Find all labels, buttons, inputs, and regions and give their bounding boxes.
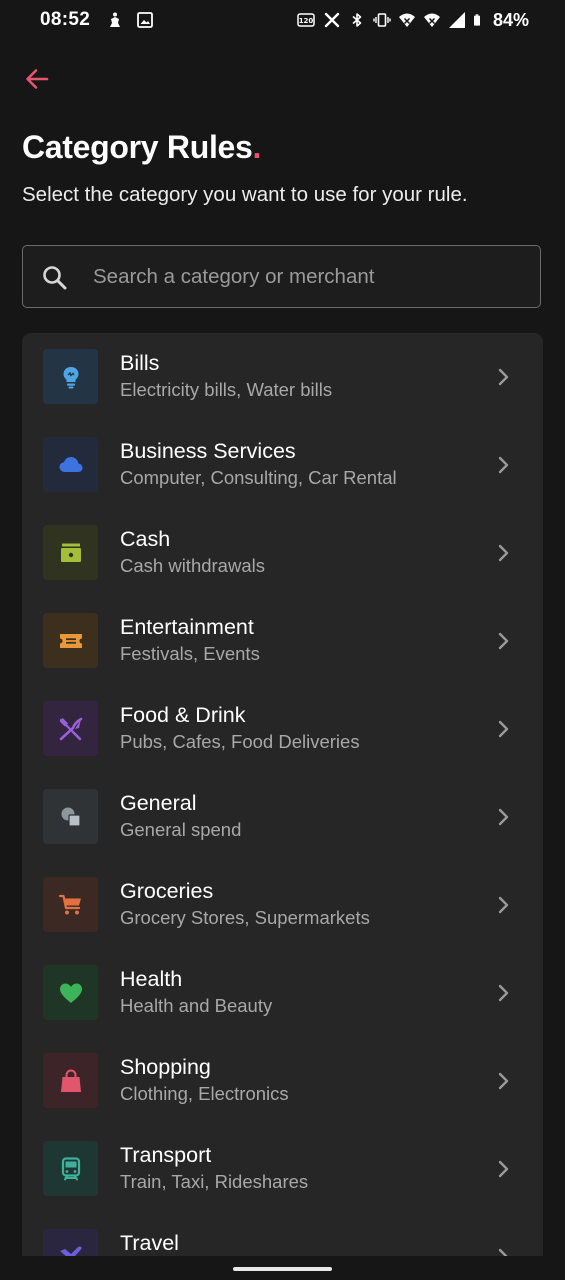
- search-input[interactable]: [93, 260, 513, 294]
- category-icon-tile: [43, 613, 98, 668]
- cart-icon: [58, 894, 81, 914]
- vibrate-icon: [373, 13, 391, 27]
- category-description: Health and Beauty: [120, 995, 273, 1016]
- chevron-right-icon: [498, 368, 509, 386]
- category-item-transport[interactable]: Transport Train, Taxi, Rideshares: [22, 1125, 543, 1213]
- category-description: Electricity bills, Water bills: [120, 379, 333, 400]
- status-bar: 08:52 120 84%: [0, 0, 565, 42]
- category-icon-tile: [43, 701, 98, 756]
- category-icon-tile: [43, 1053, 98, 1108]
- search-box[interactable]: [22, 245, 541, 308]
- category-name: Food & Drink: [120, 703, 246, 727]
- status-time: 08:52: [40, 9, 91, 30]
- category-description: Grocery Stores, Supermarkets: [120, 907, 370, 928]
- category-item-business-services[interactable]: Business Services Computer, Consulting, …: [22, 421, 543, 509]
- heart-icon: [59, 983, 82, 1003]
- category-item-groceries[interactable]: Groceries Grocery Stores, Supermarkets: [22, 861, 543, 949]
- category-icon-tile: [43, 349, 98, 404]
- category-item-food-and-drink[interactable]: Food & Drink Pubs, Cafes, Food Deliverie…: [22, 685, 543, 773]
- chevron-right-icon: [498, 632, 509, 650]
- train-icon: [61, 1156, 80, 1180]
- category-icon-tile: [43, 789, 98, 844]
- svg-text:120: 120: [299, 17, 314, 25]
- cutlery-icon: [59, 717, 82, 740]
- category-name: Transport: [120, 1143, 212, 1167]
- category-item-shopping[interactable]: Shopping Clothing, Electronics: [22, 1037, 543, 1125]
- category-description: Pubs, Cafes, Food Deliveries: [120, 731, 360, 752]
- category-description: General spend: [120, 819, 242, 840]
- status-right-icons: 120: [296, 10, 485, 30]
- bluetooth-icon: [352, 13, 362, 27]
- category-list: Bills Electricity bills, Water bills Bus…: [22, 333, 543, 1280]
- home-indicator[interactable]: [233, 1267, 332, 1271]
- category-description: Festivals, Events: [120, 643, 260, 664]
- category-name: Shopping: [120, 1055, 211, 1079]
- category-name: Business Services: [120, 439, 296, 463]
- back-button[interactable]: [20, 62, 54, 96]
- cash-icon: [60, 543, 81, 562]
- lightbulb-icon: [63, 366, 78, 388]
- chevron-right-icon: [498, 896, 509, 914]
- category-description: Cash withdrawals: [120, 555, 265, 576]
- category-name: Health: [120, 967, 183, 991]
- category-item-health[interactable]: Health Health and Beauty: [22, 949, 543, 1037]
- gallery-icon: [137, 12, 153, 28]
- category-item-bills[interactable]: Bills Electricity bills, Water bills: [22, 333, 543, 421]
- category-icon-tile: [43, 437, 98, 492]
- cloud-icon: [59, 456, 82, 472]
- shopping-bag-icon: [60, 1068, 81, 1092]
- chevron-right-icon: [498, 1160, 509, 1178]
- search-icon: [43, 266, 67, 290]
- status-left-icons: [106, 10, 154, 30]
- refresh-rate-icon: 120: [297, 13, 315, 27]
- category-icon-tile: [43, 525, 98, 580]
- category-name: Travel: [120, 1231, 179, 1255]
- category-item-cash[interactable]: Cash Cash withdrawals: [22, 509, 543, 597]
- page-subtitle: Select the category you want to use for …: [22, 183, 468, 206]
- signal-icon: [449, 12, 465, 28]
- page-title: Category Rules.: [22, 127, 261, 167]
- category-description: Clothing, Electronics: [120, 1083, 289, 1104]
- page-title-text: Category Rules: [22, 129, 253, 165]
- category-icon-tile: [43, 877, 98, 932]
- category-description: Train, Taxi, Rideshares: [120, 1171, 309, 1192]
- category-item-general[interactable]: General General spend: [22, 773, 543, 861]
- title-accent-dot: .: [252, 129, 262, 165]
- category-name: Cash: [120, 527, 171, 551]
- category-name: Bills: [120, 351, 160, 375]
- category-description: Computer, Consulting, Car Rental: [120, 467, 397, 488]
- chevron-right-icon: [498, 720, 509, 738]
- notification-app-icon: [110, 12, 120, 27]
- shapes-icon: [61, 807, 81, 827]
- chevron-right-icon: [498, 808, 509, 826]
- chevron-right-icon: [498, 456, 509, 474]
- battery-percent: 84%: [492, 10, 529, 30]
- category-item-entertainment[interactable]: Entertainment Festivals, Events: [22, 597, 543, 685]
- arrow-left-icon: [26, 69, 49, 89]
- battery-icon: [474, 14, 480, 26]
- chevron-right-icon: [498, 984, 509, 1002]
- category-name: General: [120, 791, 197, 815]
- wifi-icon: [424, 13, 440, 27]
- wifi-icon: [399, 13, 415, 27]
- category-icon-tile: [43, 1141, 98, 1196]
- category-rules-screen: 08:52 120 84% Category Rules. Select the…: [0, 0, 565, 1280]
- x-app-icon: [324, 12, 340, 28]
- ticket-icon: [59, 633, 82, 648]
- category-name: Groceries: [120, 879, 214, 903]
- category-icon-tile: [43, 965, 98, 1020]
- chevron-right-icon: [498, 544, 509, 562]
- category-name: Entertainment: [120, 615, 254, 639]
- chevron-right-icon: [498, 1072, 509, 1090]
